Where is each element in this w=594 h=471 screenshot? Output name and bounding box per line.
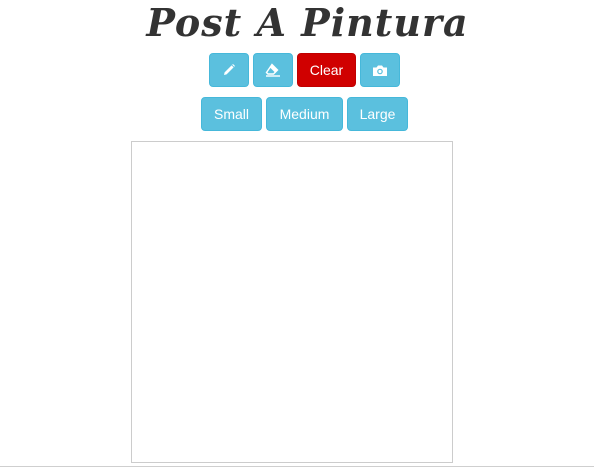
camera-icon — [372, 64, 388, 77]
pencil-button[interactable] — [209, 53, 249, 87]
brush-size-toolbar: Small Medium Large — [0, 97, 594, 131]
bottom-divider — [0, 466, 594, 467]
size-small-button[interactable]: Small — [201, 97, 262, 131]
eraser-button[interactable] — [253, 53, 293, 87]
tool-toolbar: Clear — [0, 53, 594, 87]
eraser-icon — [265, 63, 281, 77]
size-medium-button[interactable]: Medium — [266, 97, 343, 131]
camera-button[interactable] — [360, 53, 400, 87]
size-large-button[interactable]: Large — [347, 97, 408, 131]
pencil-icon — [222, 63, 236, 77]
drawing-canvas[interactable] — [131, 141, 453, 463]
clear-button[interactable]: Clear — [297, 53, 356, 87]
page-title: Post A Pintura — [146, 0, 469, 45]
